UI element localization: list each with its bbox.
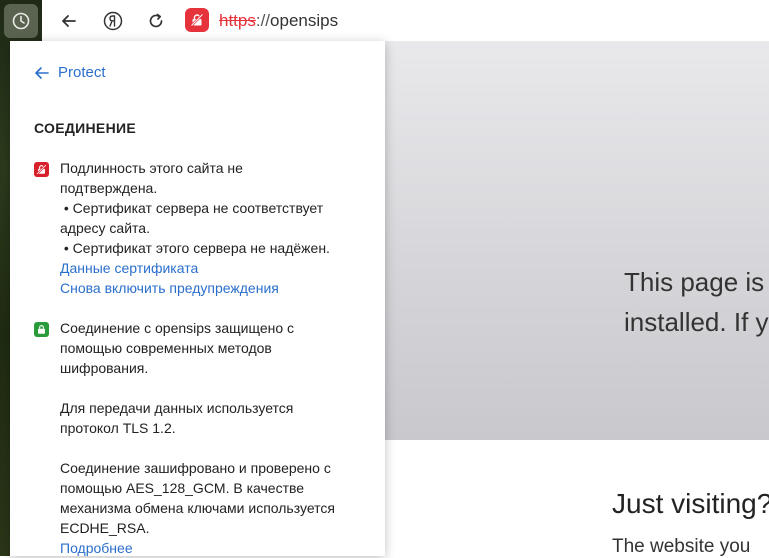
browser-toolbar: https://opensips xyxy=(42,0,769,41)
tls-line-1: Для передачи данных используется xyxy=(60,400,294,416)
protect-label: Protect xyxy=(58,64,106,81)
more-details-link[interactable]: Подробнее xyxy=(60,538,365,556)
secure-line-3: шифрования. xyxy=(60,360,149,376)
secure-line-1: Соединение с opensips защищено с xyxy=(60,320,295,336)
warning-bullet-1a: • Сертификат сервера не соответствует xyxy=(60,200,324,216)
lock-icon xyxy=(34,322,49,337)
broken-lock-icon xyxy=(190,13,204,27)
cipher-line-1: Соединение зашифровано и проверено с xyxy=(60,460,331,476)
yandex-button[interactable] xyxy=(98,6,128,36)
connection-info-panel: Protect СОЕДИНЕНИЕ Подлинность этого сай… xyxy=(10,41,385,556)
secure-line-2: помощью современных методов xyxy=(60,340,272,356)
warning-bullet-2: • Сертификат этого сервера не надёжен. xyxy=(60,240,330,256)
cipher-line-4: ECDHE_RSA. xyxy=(60,520,150,536)
url-separator: :// xyxy=(255,11,271,30)
back-button[interactable] xyxy=(54,6,84,36)
url-scheme: https xyxy=(219,11,256,30)
back-arrow-icon xyxy=(35,66,49,79)
certificate-warning: Подлинность этого сайта не подтверждена.… xyxy=(60,158,365,298)
reload-button[interactable] xyxy=(141,6,171,36)
section-title: СОЕДИНЕНИЕ xyxy=(34,120,136,136)
warning-line-1: Подлинность этого сайта не xyxy=(60,160,243,176)
yandex-icon xyxy=(103,11,123,31)
warning-bullet-1b: адресу сайта. xyxy=(60,220,150,236)
encryption-info: Соединение с opensips защищено с помощью… xyxy=(60,318,365,556)
tls-line-2: протокол TLS 1.2. xyxy=(60,420,176,436)
cipher-line-3: механизма обмена ключами используется xyxy=(60,500,335,516)
visiting-heading: Just visiting? xyxy=(612,488,769,519)
hero-line-1: This page is xyxy=(624,267,765,297)
cipher-line-2: помощью AES_128_GCM. В качестве xyxy=(60,480,305,496)
reload-icon xyxy=(149,13,163,28)
history-button[interactable] xyxy=(4,4,38,38)
address-bar-url[interactable]: https://opensips xyxy=(219,11,338,31)
history-icon xyxy=(12,12,30,30)
visiting-text: The website you xyxy=(612,536,751,557)
broken-lock-icon xyxy=(34,162,49,177)
back-arrow-icon xyxy=(62,15,76,27)
page-hero-background xyxy=(385,41,769,440)
url-host: opensips xyxy=(270,11,339,30)
warning-line-2: подтверждена. xyxy=(60,180,158,196)
site-security-button[interactable] xyxy=(185,8,209,32)
hero-text: This page is installed. If y xyxy=(624,262,769,342)
certificate-details-link[interactable]: Данные сертификата xyxy=(60,258,365,278)
protect-back-link[interactable]: Protect xyxy=(34,64,106,81)
hero-line-2: installed. If y xyxy=(624,307,769,337)
reenable-warnings-link[interactable]: Снова включить предупреждения xyxy=(60,278,365,298)
